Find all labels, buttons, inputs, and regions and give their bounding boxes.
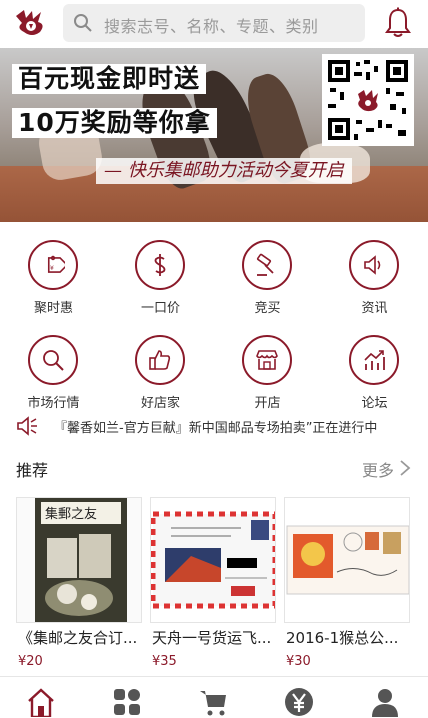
category-item-jushihui[interactable]: ¥ 聚时惠 <box>0 222 107 317</box>
thumbs-up-icon <box>149 350 171 370</box>
category-item-jingmai[interactable]: 竞买 <box>214 222 321 317</box>
product-card[interactable]: 天舟一号货运飞... ¥35 <box>150 497 276 671</box>
category-item-luntan[interactable]: 论坛 <box>321 317 428 412</box>
dollar-icon <box>154 254 166 276</box>
product-title[interactable]: 《集邮之友合订... <box>18 627 148 648</box>
announcement-speaker-icon <box>17 416 37 436</box>
svg-text:¥: ¥ <box>50 265 54 272</box>
trend-chart-icon <box>364 350 385 370</box>
category-label: 聚时惠 <box>33 301 73 316</box>
chevron-right-icon[interactable] <box>398 459 412 477</box>
category-icon[interactable] <box>112 687 142 717</box>
top-bar: 搜索志号、名称、专题、类别 <box>0 0 428 48</box>
cover-envelope-image <box>151 498 275 622</box>
bottom-tab-bar <box>0 676 428 718</box>
first-day-cover-image <box>285 498 409 622</box>
product-price: ¥30 <box>286 654 311 669</box>
yuan-icon[interactable] <box>284 687 314 717</box>
user-icon[interactable] <box>370 687 400 717</box>
product-card[interactable]: 2016-1猴总公... ¥30 <box>284 497 410 671</box>
recommend-header: 推荐 更多 <box>0 450 428 484</box>
search-icon <box>74 14 92 32</box>
category-label: 一口价 <box>140 301 180 316</box>
banner-slogan: — 快乐集邮助力活动今夏开启 <box>96 158 352 184</box>
category-item-shichanghangqing[interactable]: 市场行情 <box>0 317 107 412</box>
more-link[interactable]: 更多 <box>362 457 394 481</box>
notice-text[interactable]: 『馨香如兰-官方巨献』新中国邮品专场拍卖”正在进行中 <box>54 417 377 436</box>
qr-code <box>322 54 414 146</box>
product-card[interactable]: 集郵之友 《集邮之友合订... ¥20 <box>16 497 142 671</box>
notice-bar[interactable]: 『馨香如兰-官方巨献』新中国邮品专场拍卖”正在进行中 <box>0 412 428 440</box>
product-image[interactable] <box>150 497 276 623</box>
section-title: 推荐 <box>16 461 49 480</box>
svg-text:集郵之友: 集郵之友 <box>45 506 97 522</box>
magnifier-icon <box>43 350 64 371</box>
category-grid: ¥ 聚时惠 一口价 竞买 资讯 市场行情 好店家 开店 论坛 <box>0 222 428 412</box>
product-title[interactable]: 天舟一号货运飞... <box>152 627 282 648</box>
product-image[interactable] <box>284 497 410 623</box>
category-item-zixun[interactable]: 资讯 <box>321 222 428 317</box>
search-input[interactable]: 搜索志号、名称、专题、类别 <box>63 4 365 42</box>
product-price: ¥35 <box>152 654 177 669</box>
auction-hammer-icon <box>256 253 274 276</box>
category-item-haodianjia[interactable]: 好店家 <box>107 317 214 412</box>
product-price: ¥20 <box>18 654 43 669</box>
category-item-kaidian[interactable]: 开店 <box>214 317 321 412</box>
shop-icon <box>256 350 278 370</box>
speaker-icon <box>364 255 381 275</box>
price-tag-icon: ¥ <box>47 255 65 273</box>
cart-icon[interactable] <box>198 687 228 717</box>
category-label: 开店 <box>254 396 281 411</box>
category-label: 论坛 <box>361 396 388 411</box>
category-label: 好店家 <box>140 396 180 411</box>
category-item-yikoujia[interactable]: 一口价 <box>107 222 214 317</box>
category-label: 资讯 <box>361 301 388 316</box>
banner-headline-1: 百元现金即时送 <box>12 64 207 94</box>
category-label: 市场行情 <box>27 396 80 411</box>
magazine-cover-image: 集郵之友 <box>35 498 127 622</box>
category-label: 竞买 <box>254 301 281 316</box>
banner-headline-2: 10万奖励等你拿 <box>12 108 217 138</box>
promo-banner[interactable]: 百元现金即时送 10万奖励等你拿 — 快乐集邮助力活动今夏开启 <box>0 48 428 222</box>
product-image[interactable]: 集郵之友 <box>16 497 142 623</box>
brand-logo-icon[interactable] <box>14 8 48 38</box>
search-placeholder: 搜索志号、名称、专题、类别 <box>104 17 319 36</box>
notification-bell-icon[interactable] <box>384 7 412 39</box>
product-title[interactable]: 2016-1猴总公... <box>286 627 416 648</box>
home-icon[interactable] <box>26 687 56 717</box>
